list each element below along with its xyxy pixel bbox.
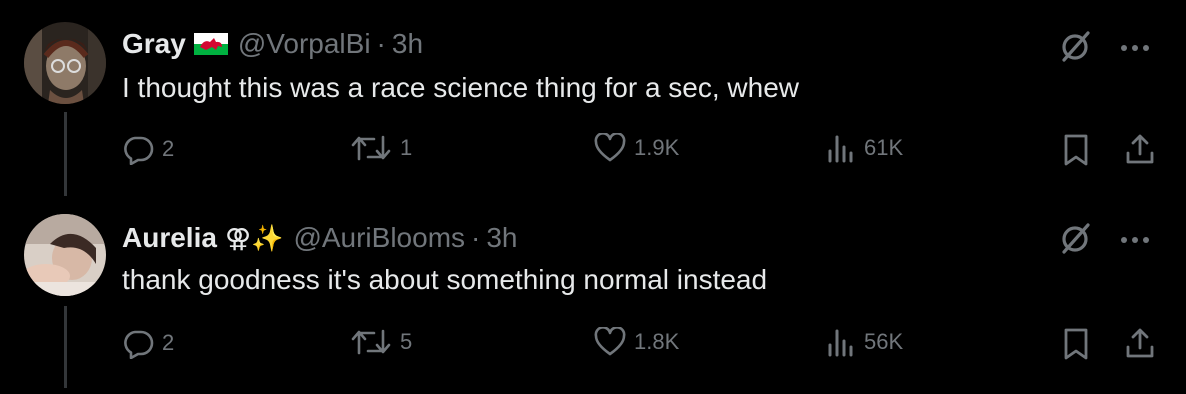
tweet-text: thank goodness it's about something norm… — [122, 264, 768, 295]
tweet-actions: 2 5 1.8K 56K — [122, 327, 1158, 367]
tweet-text: I thought this was a race science thing … — [122, 72, 800, 103]
retweet-count: 5 — [400, 329, 413, 354]
like-count: 1.9K — [634, 135, 680, 160]
tweet-top-actions — [1058, 220, 1150, 261]
display-name[interactable]: Gray — [122, 28, 186, 60]
thread-line — [64, 112, 67, 196]
bookmark-button[interactable] — [1062, 327, 1090, 361]
heart-icon — [594, 133, 626, 163]
reply-button[interactable]: 2 — [122, 133, 174, 165]
separator: · — [376, 28, 386, 59]
share-icon — [1124, 327, 1156, 359]
grok-icon[interactable] — [1058, 220, 1094, 261]
like-button[interactable]: 1.8K — [594, 327, 679, 357]
like-button[interactable]: 1.9K — [594, 133, 679, 163]
avatar[interactable] — [24, 214, 106, 296]
avatar[interactable] — [24, 22, 106, 104]
views-button[interactable]: 56K — [826, 327, 903, 357]
reply-icon — [122, 327, 154, 359]
handle[interactable]: @VorpalBi — [238, 28, 371, 60]
reply-icon — [122, 133, 154, 165]
share-icon — [1124, 133, 1156, 165]
grok-icon[interactable] — [1058, 28, 1094, 69]
heart-icon — [594, 327, 626, 357]
tweet-actions: 2 1 1.9K 61K — [122, 133, 1158, 173]
reply-count: 2 — [162, 136, 175, 161]
share-button[interactable] — [1124, 133, 1156, 165]
timestamp[interactable]: 3h — [392, 28, 423, 60]
views-count: 56K — [864, 329, 904, 354]
badge-emoji: ⚢✨ — [224, 222, 284, 253]
retweet-count: 1 — [400, 135, 413, 160]
tweet-header: Aurelia ⚢✨ @AuriBlooms · 3h — [122, 220, 518, 256]
retweet-icon — [350, 327, 392, 357]
tweet-header: Gray @VorpalBi · 3h — [122, 26, 423, 62]
separator: · — [471, 222, 481, 253]
retweet-icon — [350, 133, 392, 163]
bookmark-button[interactable] — [1062, 133, 1090, 167]
timestamp[interactable]: 3h — [486, 222, 517, 254]
more-icon[interactable] — [1120, 40, 1150, 58]
retweet-button[interactable]: 1 — [350, 133, 412, 163]
display-name[interactable]: Aurelia — [122, 222, 217, 254]
views-icon — [826, 327, 856, 357]
like-count: 1.8K — [634, 329, 680, 354]
reply-button[interactable]: 2 — [122, 327, 174, 359]
tweet-top-actions — [1058, 28, 1150, 69]
tweet[interactable]: Gray @VorpalBi · 3h I thought this was a… — [0, 0, 1186, 196]
thread-line — [64, 306, 67, 388]
views-icon — [826, 133, 856, 163]
more-icon[interactable] — [1120, 232, 1150, 250]
share-button[interactable] — [1124, 327, 1156, 359]
views-count: 61K — [864, 135, 904, 160]
reply-count: 2 — [162, 330, 175, 355]
retweet-button[interactable]: 5 — [350, 327, 412, 357]
handle[interactable]: @AuriBlooms — [293, 222, 465, 254]
wales-flag-icon — [193, 33, 228, 55]
bookmark-icon — [1062, 327, 1090, 361]
bookmark-icon — [1062, 133, 1090, 167]
views-button[interactable]: 61K — [826, 133, 903, 163]
